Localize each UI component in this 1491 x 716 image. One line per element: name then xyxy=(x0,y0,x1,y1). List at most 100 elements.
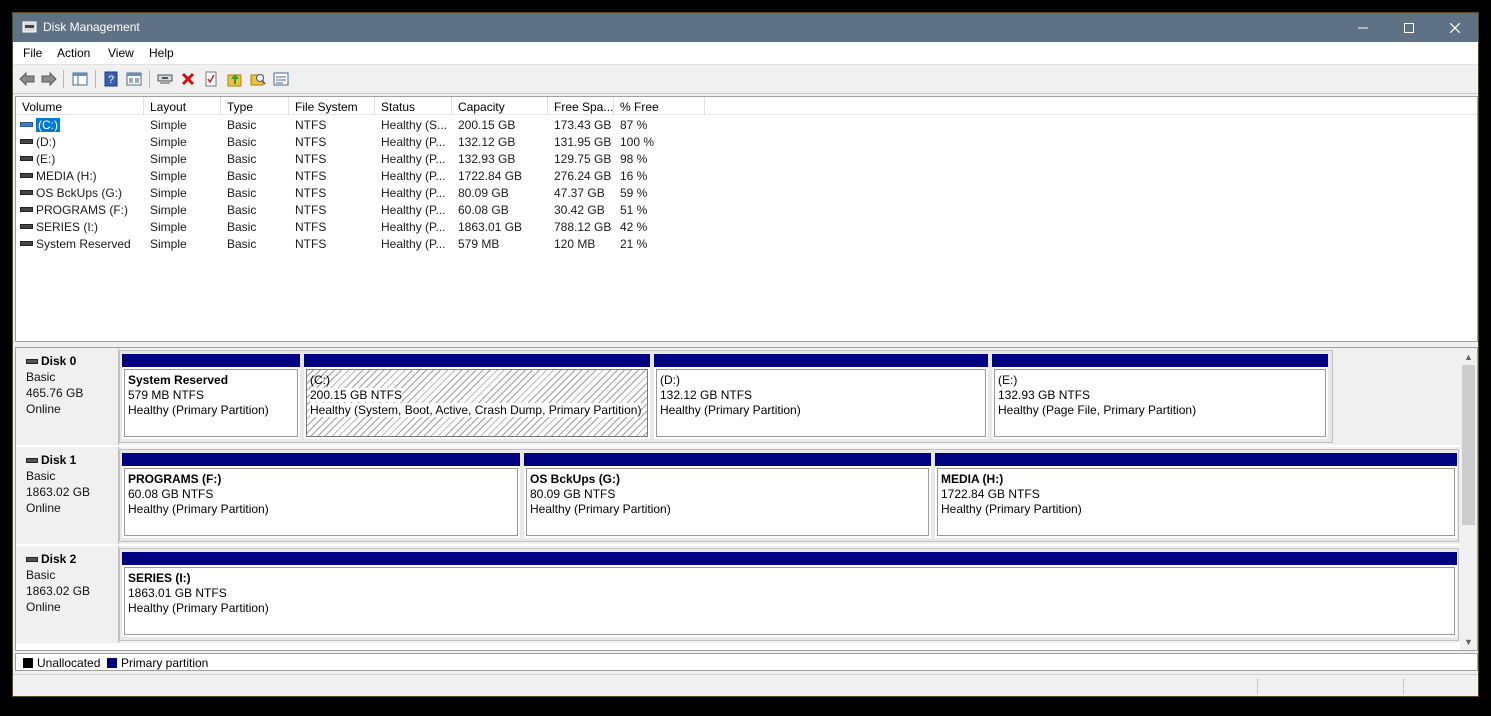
scroll-up-icon[interactable]: ▲ xyxy=(1460,348,1477,365)
partition-name: OS BckUps (G:) xyxy=(530,472,928,486)
legend: Unallocated Primary partition xyxy=(15,653,1478,671)
show-hide-console-tree-button[interactable] xyxy=(70,70,90,88)
table-row[interactable]: PROGRAMS (F:) Simple Basic NTFS Healthy (P..… xyxy=(16,201,1477,218)
partition-details: SERIES (I:) 1863.01 GB NTFS Healthy (Prima… xyxy=(124,567,1455,635)
volume-icon xyxy=(20,207,33,212)
forward-arrow-icon xyxy=(41,72,57,86)
partition-color-bar xyxy=(122,354,300,367)
menu-view[interactable]: View xyxy=(108,46,134,60)
table-row[interactable]: (C:) Simple Basic NTFS Healthy (S... 200.15 G… xyxy=(16,116,1477,133)
table-row[interactable]: (E:) Simple Basic NTFS Healthy (P... 132.93 G… xyxy=(16,150,1477,167)
delete-button[interactable] xyxy=(178,70,198,88)
close-button[interactable] xyxy=(1432,13,1478,42)
partition-block[interactable]: PROGRAMS (F:) 60.08 GB NTFS Healthy (Prima… xyxy=(122,453,520,538)
partition-status: Healthy (Primary Partition) xyxy=(530,502,928,516)
cell-file-system: NTFS xyxy=(295,186,327,200)
toolbar-separator xyxy=(63,70,64,88)
cell-type: Basic xyxy=(227,169,257,183)
partition-name-text: PROGRAMS (F:) xyxy=(128,472,222,486)
minimize-button[interactable] xyxy=(1340,13,1386,42)
help-button[interactable]: ? xyxy=(101,70,121,88)
column-header-type[interactable]: Type xyxy=(221,97,289,115)
cell-free-space: 47.37 GB xyxy=(554,186,605,200)
column-header-file-system[interactable]: File System xyxy=(289,97,375,115)
column-header-status[interactable]: Status xyxy=(375,97,452,115)
menu-action[interactable]: Action xyxy=(57,46,90,60)
column-header-percent-free[interactable]: % Free xyxy=(614,97,705,115)
cell-status: Healthy (P... xyxy=(381,237,446,251)
disk-info[interactable]: Disk 0 Basic 465.76 GB Online xyxy=(16,348,119,445)
connect-button[interactable] xyxy=(155,70,175,88)
disk-info[interactable]: Disk 2 Basic 1863.02 GB Online xyxy=(16,546,119,643)
partition-size-text: 132.12 GB NTFS xyxy=(660,388,753,402)
column-header-layout[interactable]: Layout xyxy=(144,97,221,115)
column-header-free-space[interactable]: Free Spa... xyxy=(548,97,614,115)
forward-button[interactable] xyxy=(39,70,59,88)
maximize-button[interactable] xyxy=(1386,13,1432,42)
cell-volume: (D:) xyxy=(36,135,56,149)
column-header-capacity[interactable]: Capacity xyxy=(452,97,548,115)
cell-status: Healthy (P... xyxy=(381,169,446,183)
partition-name: PROGRAMS (F:) xyxy=(128,472,517,486)
cell-layout: Simple xyxy=(150,186,187,200)
partition-size-text: 1722.84 GB NTFS xyxy=(941,487,1040,501)
partition-status-text: Healthy (Primary Partition) xyxy=(128,502,269,516)
settings-button[interactable] xyxy=(271,70,291,88)
scrollbar-thumb[interactable] xyxy=(1462,365,1475,525)
table-row[interactable]: System Reserved Simple Basic NTFS Healthy (P… xyxy=(16,235,1477,252)
cell-status: Healthy (P... xyxy=(381,152,446,166)
toolbar: ? xyxy=(13,64,1478,94)
title-bar[interactable]: Disk Management xyxy=(13,13,1478,42)
partition-block[interactable]: System Reserved 579 MB NTFS Healthy (Prima… xyxy=(122,354,300,439)
disk-row: Disk 0 Basic 465.76 GB Online System Reserve… xyxy=(16,348,1460,445)
cell-file-system: NTFS xyxy=(295,152,327,166)
partition-block[interactable]: SERIES (I:) 1863.01 GB NTFS Healthy (Prima… xyxy=(122,552,1457,637)
cell-layout: Simple xyxy=(150,118,187,132)
back-button[interactable] xyxy=(17,70,37,88)
partition-details: (C:) 200.15 GB NTFS Healthy (System, Boot,… xyxy=(306,369,648,437)
scroll-down-icon[interactable]: ▼ xyxy=(1460,633,1477,650)
cell-type: Basic xyxy=(227,186,257,200)
explore-button[interactable] xyxy=(248,70,268,88)
cell-volume: PROGRAMS (F:) xyxy=(36,203,128,217)
disk-status: Online xyxy=(26,600,61,614)
check-button[interactable] xyxy=(201,70,221,88)
settings-icon xyxy=(273,72,289,86)
menu-help[interactable]: Help xyxy=(149,46,174,60)
table-row[interactable]: OS BckUps (G:) Simple Basic NTFS Healthy (P.… xyxy=(16,184,1477,201)
up-folder-icon xyxy=(227,74,242,87)
partition-block[interactable]: MEDIA (H:) 1722.84 GB NTFS Healthy (Primar… xyxy=(935,453,1457,538)
column-header-volume[interactable]: Volume xyxy=(16,97,144,115)
disk-name-label: Disk 2 xyxy=(41,552,77,566)
cell-free-space: 276.24 GB xyxy=(554,169,612,183)
disk-size: 465.76 GB xyxy=(26,386,84,400)
partition-block[interactable]: (C:) 200.15 GB NTFS Healthy (System, Boot,… xyxy=(304,354,650,439)
volume-icon xyxy=(20,190,33,195)
cell-free-space: 788.12 GB xyxy=(554,220,612,234)
table-row[interactable]: SERIES (I:) Simple Basic NTFS Healthy (P... 1… xyxy=(16,218,1477,235)
partition-block[interactable]: (E:) 132.93 GB NTFS Healthy (Page File, Pr… xyxy=(992,354,1328,439)
partition-color-bar xyxy=(654,354,988,367)
partition-color-bar xyxy=(304,354,650,367)
up-folder-button[interactable] xyxy=(225,70,245,88)
cell-layout: Simple xyxy=(150,152,187,166)
partition-name: System Reserved xyxy=(128,373,297,387)
vertical-scrollbar[interactable]: ▲ ▼ xyxy=(1460,348,1477,650)
window-title: Disk Management xyxy=(43,20,140,34)
table-row[interactable]: MEDIA (H:) Simple Basic NTFS Healthy (P... 17… xyxy=(16,167,1477,184)
menu-file[interactable]: File xyxy=(23,46,42,60)
partition-block[interactable]: OS BckUps (G:) 80.09 GB NTFS Healthy (Prim… xyxy=(524,453,931,538)
table-row[interactable]: (D:) Simple Basic NTFS Healthy (P... 132.12 G… xyxy=(16,133,1477,150)
cell-percent-free: 51 % xyxy=(620,203,648,217)
status-bar xyxy=(13,674,1478,696)
cell-free-space: 30.42 GB xyxy=(554,203,605,217)
properties-button[interactable] xyxy=(124,70,144,88)
partition-size: 80.09 GB NTFS xyxy=(530,487,928,501)
disk-type: Basic xyxy=(26,568,56,582)
disk-name: Disk 0 xyxy=(26,354,118,368)
disk-info[interactable]: Disk 1 Basic 1863.02 GB Online xyxy=(16,447,119,544)
partition-size: 1722.84 GB NTFS xyxy=(941,487,1454,501)
partition-block[interactable]: (D:) 132.12 GB NTFS Healthy (Primary Parti… xyxy=(654,354,988,439)
partition-area: PROGRAMS (F:) 60.08 GB NTFS Healthy (Prima… xyxy=(119,449,1459,542)
cell-capacity: 132.93 GB xyxy=(458,152,516,166)
